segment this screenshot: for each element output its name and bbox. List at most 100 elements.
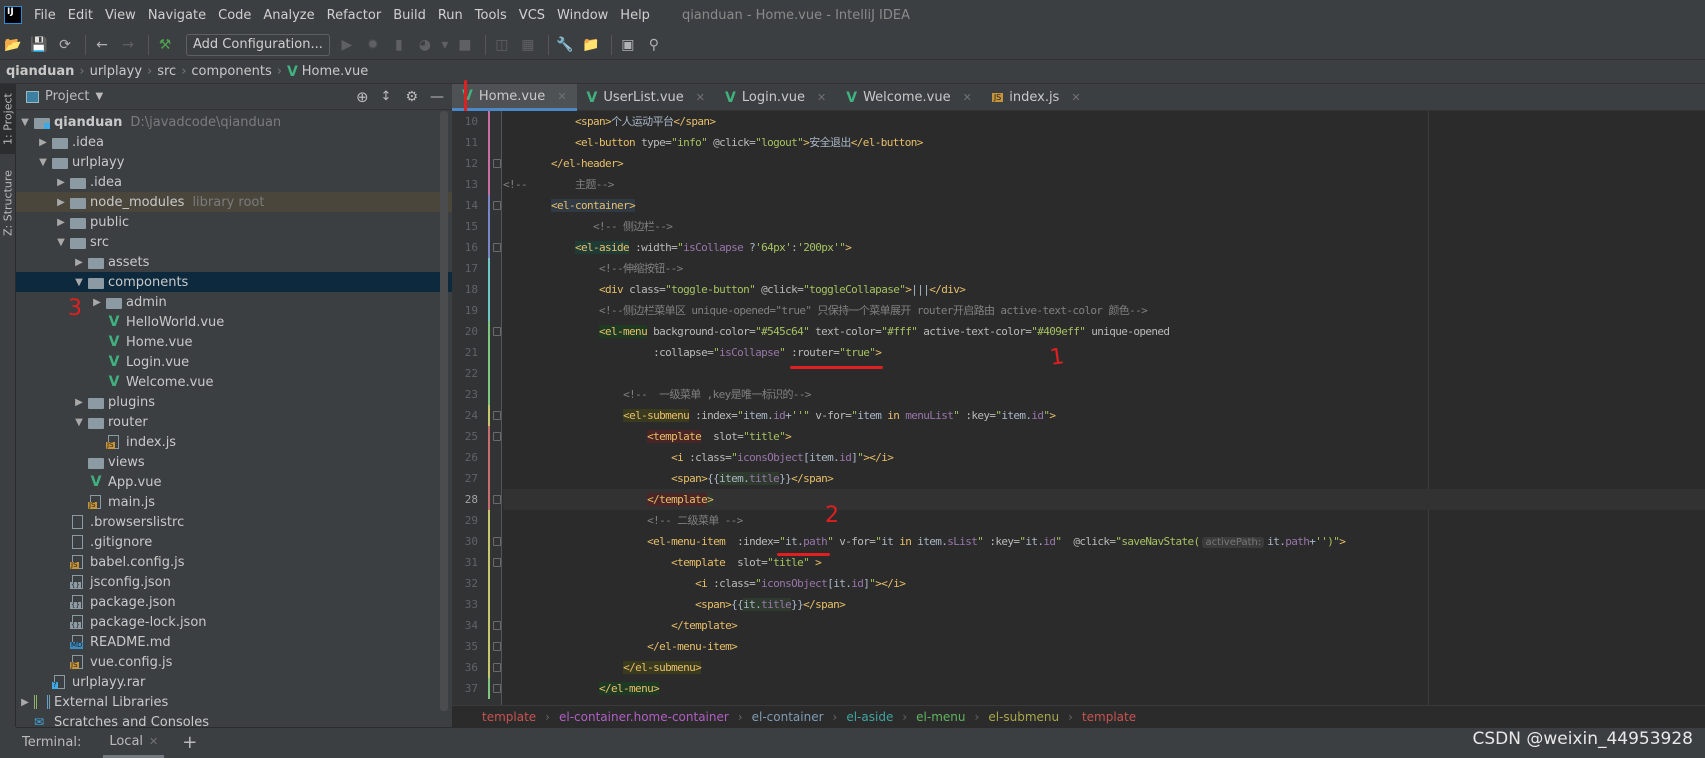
fold-marker-icon[interactable]: [493, 411, 501, 420]
menu-code[interactable]: Code: [212, 8, 257, 23]
close-icon[interactable]: ✕: [557, 90, 566, 103]
sync-icon[interactable]: ⟳: [54, 34, 76, 56]
tree-scrollbar[interactable]: [440, 111, 448, 711]
breadcrumb-item[interactable]: src: [157, 64, 176, 79]
close-icon[interactable]: ✕: [696, 91, 705, 104]
code-line[interactable]: <el-button type="info" @click="logout">安…: [503, 132, 1705, 153]
dropdown-icon[interactable]: ▾: [440, 34, 450, 56]
fold-marker-icon[interactable]: [493, 327, 501, 336]
terminal-frame-icon[interactable]: ▣: [617, 34, 639, 56]
back-icon[interactable]: ←: [91, 34, 113, 56]
menu-view[interactable]: View: [99, 8, 142, 23]
code-line[interactable]: <el-container>: [503, 195, 1705, 216]
settings-wrench-icon[interactable]: 🔧: [554, 34, 576, 56]
tab-structure[interactable]: Z: Structure: [0, 164, 16, 242]
collapsed-arrow-icon[interactable]: ▶: [52, 217, 70, 228]
tree-item-welcome-vue[interactable]: V Welcome.vue: [16, 372, 452, 392]
expanded-arrow-icon[interactable]: ▼: [70, 277, 88, 288]
code-breadcrumb-item[interactable]: el-submenu: [988, 710, 1059, 724]
close-icon[interactable]: ✕: [149, 735, 158, 748]
code-line[interactable]: <span>个人运动平台</span>: [503, 111, 1705, 132]
code-line[interactable]: <template slot="title">: [503, 426, 1705, 447]
run-icon[interactable]: ▶: [336, 34, 358, 56]
fold-marker-icon[interactable]: [493, 642, 501, 651]
tree-item-readme-md[interactable]: MD README.md: [16, 632, 452, 652]
fold-marker-icon[interactable]: [493, 495, 501, 504]
tree-item-router[interactable]: ▼ router: [16, 412, 452, 432]
code-line[interactable]: <!--侧边栏菜单区 unique-opened="true" 只保持一个菜单展…: [503, 300, 1705, 321]
code-line[interactable]: <span>{{item.title}}</span>: [503, 468, 1705, 489]
fold-marker-icon[interactable]: [493, 558, 501, 567]
tree-item-src[interactable]: ▼ src: [16, 232, 452, 252]
fold-marker-icon[interactable]: [493, 537, 501, 546]
code-line[interactable]: :collapse="isCollapse" :router="true">: [503, 342, 1705, 363]
fold-marker-icon[interactable]: [493, 663, 501, 672]
coverage-icon[interactable]: ▮: [388, 34, 410, 56]
tree-item--browserslistrc[interactable]: .browserslistrc: [16, 512, 452, 532]
tree-item--idea[interactable]: ▶ .idea: [16, 132, 452, 152]
expanded-arrow-icon[interactable]: ▼: [52, 237, 70, 248]
project-structure-icon[interactable]: 📁: [580, 34, 602, 56]
tree-item-assets[interactable]: ▶ assets: [16, 252, 452, 272]
fold-marker-icon[interactable]: [493, 159, 501, 168]
close-icon[interactable]: ✕: [1071, 91, 1080, 104]
tab-welcome-vue[interactable]: V Welcome.vue ✕: [836, 84, 982, 111]
collapsed-arrow-icon[interactable]: ▶: [34, 137, 52, 148]
collapsed-arrow-icon[interactable]: ▶: [52, 197, 70, 208]
tree-item-public[interactable]: ▶ public: [16, 212, 452, 232]
menu-analyze[interactable]: Analyze: [257, 8, 320, 23]
code-breadcrumb-item[interactable]: el-menu: [916, 710, 965, 724]
tree-item--gitignore[interactable]: .gitignore: [16, 532, 452, 552]
breadcrumb-item[interactable]: urlplayy: [90, 64, 142, 79]
code-line[interactable]: <!-- 主题-->: [503, 174, 1705, 195]
tree-item-main-js[interactable]: JS main.js: [16, 492, 452, 512]
project-panel-title[interactable]: Project: [45, 89, 89, 104]
collapsed-arrow-icon[interactable]: ▶: [88, 297, 106, 308]
stop-icon[interactable]: ■: [454, 34, 476, 56]
tree-item-qianduan[interactable]: ▼ qianduan D:\javadcode\qianduan: [16, 112, 452, 132]
close-icon[interactable]: ✕: [963, 91, 972, 104]
add-terminal-button[interactable]: +: [182, 732, 197, 753]
code-line[interactable]: </el-menu>: [503, 678, 1705, 699]
collapsed-arrow-icon[interactable]: ▶: [52, 177, 70, 188]
code-editor[interactable]: 10 11 12 13 14 15 16 17 18 19 20 21 22 23 24 25 26 27 28 29…: [452, 111, 1705, 705]
fold-marker-icon[interactable]: [493, 621, 501, 630]
code-breadcrumb-item[interactable]: template: [482, 710, 536, 724]
forward-icon[interactable]: →: [117, 34, 139, 56]
tree-item-package-lock-json[interactable]: {} package-lock.json: [16, 612, 452, 632]
code-line[interactable]: <i :class="iconsObject[it.id]"></i>: [503, 573, 1705, 594]
code-line[interactable]: <i :class="iconsObject[item.id]"></i>: [503, 447, 1705, 468]
close-icon[interactable]: ✕: [817, 91, 826, 104]
code-breadcrumb-item[interactable]: el-container: [752, 710, 824, 724]
code-line[interactable]: <span>{{it.title}}</span>: [503, 594, 1705, 615]
menu-refactor[interactable]: Refactor: [321, 8, 388, 23]
tree-item-jsconfig-json[interactable]: {} jsconfig.json: [16, 572, 452, 592]
menu-vcs[interactable]: VCS: [513, 8, 551, 23]
menu-navigate[interactable]: Navigate: [142, 8, 212, 23]
add-configuration-button[interactable]: Add Configuration...: [186, 33, 330, 56]
menu-edit[interactable]: Edit: [62, 8, 99, 23]
debug-icon[interactable]: ✹: [362, 34, 384, 56]
profile-icon[interactable]: ◕: [414, 34, 436, 56]
terminal-tab-local[interactable]: Local ✕: [103, 728, 165, 758]
menu-tools[interactable]: Tools: [469, 8, 513, 23]
menu-run[interactable]: Run: [432, 8, 469, 23]
gear-icon[interactable]: ⚙: [405, 89, 418, 105]
search-icon[interactable]: ⚲: [643, 34, 665, 56]
chevron-down-icon[interactable]: ▼: [95, 91, 103, 102]
tree-item-views[interactable]: views: [16, 452, 452, 472]
locate-icon[interactable]: ⊕: [356, 88, 369, 106]
code-line[interactable]: <template slot="title" >: [503, 552, 1705, 573]
collapse-all-icon[interactable]: ↕: [381, 89, 392, 104]
tree-item-login-vue[interactable]: V Login.vue: [16, 352, 452, 372]
tree-item-package-json[interactable]: {} package.json: [16, 592, 452, 612]
tab-userlist-vue[interactable]: V UserList.vue ✕: [577, 84, 715, 111]
tree-item-urlplayy-rar[interactable]: ? urlplayy.rar: [16, 672, 452, 692]
collapsed-arrow-icon[interactable]: ▶: [70, 397, 88, 408]
expanded-arrow-icon[interactable]: ▼: [34, 157, 52, 168]
code-line[interactable]: </template>: [503, 489, 1705, 510]
code-line[interactable]: <!-- 侧边栏-->: [503, 216, 1705, 237]
attach-icon[interactable]: ◫: [491, 34, 513, 56]
code-breadcrumb-item[interactable]: template: [1082, 710, 1136, 724]
menu-build[interactable]: Build: [387, 8, 432, 23]
